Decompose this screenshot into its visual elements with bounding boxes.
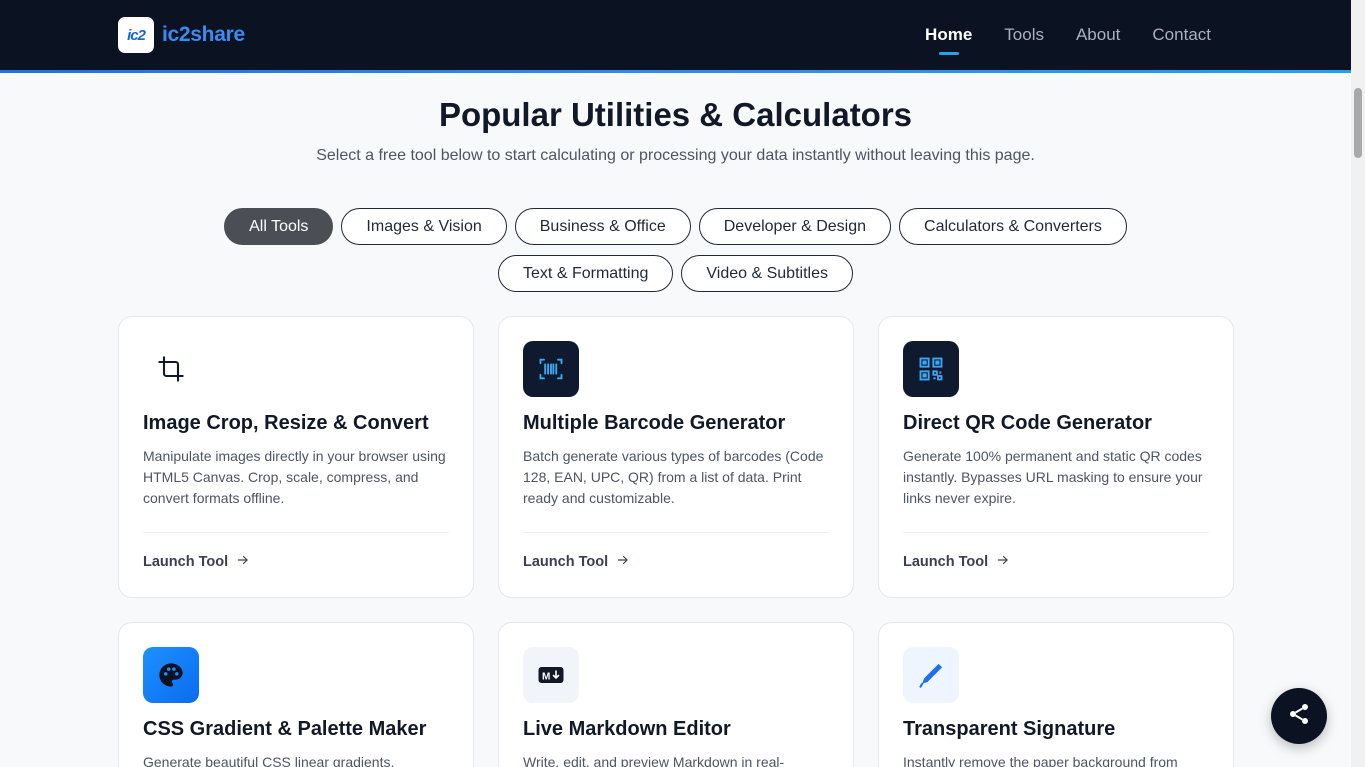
launch-label: Launch Tool [523,554,609,570]
page-subtitle: Select a free tool below to start calcul… [316,147,1035,164]
card-title: Multiple Barcode Generator [523,412,786,434]
launch-label: Launch Tool [903,554,989,570]
header-accent-line [0,70,1351,73]
card-description: Instantly remove the paper background fr… [903,754,1178,767]
brand-name: ic2share [162,23,245,46]
crop-icon [143,341,199,397]
svg-text:M: M [542,672,550,683]
tool-card-css-gradient[interactable]: CSS Gradient & Palette Maker Generate be… [118,622,474,767]
arrow-right-icon [996,553,1010,571]
nav-contact[interactable]: Contact [1152,0,1211,70]
page-title: Popular Utilities & Calculators [438,96,913,133]
tool-card-image-crop[interactable]: Image Crop, Resize & Convert Manipulate … [118,316,474,598]
card-description: Batch generate various types of barcodes… [523,448,824,506]
pen-icon [903,647,959,703]
filter-images-vision[interactable]: Images & Vision [341,208,507,245]
scrollbar-track[interactable] [1351,0,1365,767]
tool-card-markdown-editor[interactable]: M Live Markdown Editor Write, edit, and … [498,622,854,767]
arrow-right-icon [236,553,250,571]
launch-label: Launch Tool [143,554,229,570]
card-description: Write, edit, and preview Markdown in rea… [523,754,785,767]
launch-tool-link[interactable]: Launch Tool [143,553,250,571]
qr-code-icon [903,341,959,397]
card-description: Generate beautiful CSS linear gradients. [143,754,395,767]
filter-video-subtitles[interactable]: Video & Subtitles [681,255,853,292]
tool-card-qr-code[interactable]: Direct QR Code Generator Generate 100% p… [878,316,1234,598]
share-icon [1287,702,1311,731]
tool-card-transparent-signature[interactable]: Transparent Signature Instantly remove t… [878,622,1234,767]
launch-tool-link[interactable]: Launch Tool [523,553,630,571]
card-title: CSS Gradient & Palette Maker [143,718,427,740]
markdown-icon: M [523,647,579,703]
filter-business-office[interactable]: Business & Office [514,208,691,245]
card-description: Manipulate images directly in your brows… [143,448,446,506]
launch-tool-link[interactable]: Launch Tool [903,553,1010,571]
top-navbar: ic2 ic2share Home Tools About Contact [0,0,1351,70]
palette-icon [143,647,199,703]
scrollbar-thumb[interactable] [1354,88,1362,158]
barcode-icon [523,341,579,397]
tool-card-barcode[interactable]: Multiple Barcode Generator Batch generat… [498,316,854,598]
card-divider [143,532,449,533]
card-title: Transparent Signature [903,718,1116,740]
nav-about[interactable]: About [1076,0,1120,70]
filter-all-tools[interactable]: All Tools [224,208,334,245]
logo-mark: ic2 [118,17,154,53]
share-button[interactable] [1271,688,1327,744]
card-title: Image Crop, Resize & Convert [143,412,429,434]
filter-developer-design[interactable]: Developer & Design [698,208,892,245]
card-title: Live Markdown Editor [523,718,731,740]
nav-home[interactable]: Home [925,0,972,70]
filter-text-formatting[interactable]: Text & Formatting [498,255,674,292]
arrow-right-icon [616,553,630,571]
main-nav: Home Tools About Contact [893,0,1211,70]
card-title: Direct QR Code Generator [903,412,1152,434]
category-filters: All Tools Images & Vision Business & Off… [150,208,1201,292]
brand-logo[interactable]: ic2 ic2share [118,17,245,53]
nav-tools[interactable]: Tools [1004,0,1044,70]
card-divider [523,532,829,533]
card-description: Generate 100% permanent and static QR co… [903,448,1203,506]
filter-calculators-converters[interactable]: Calculators & Converters [899,208,1127,245]
card-divider [903,532,1209,533]
